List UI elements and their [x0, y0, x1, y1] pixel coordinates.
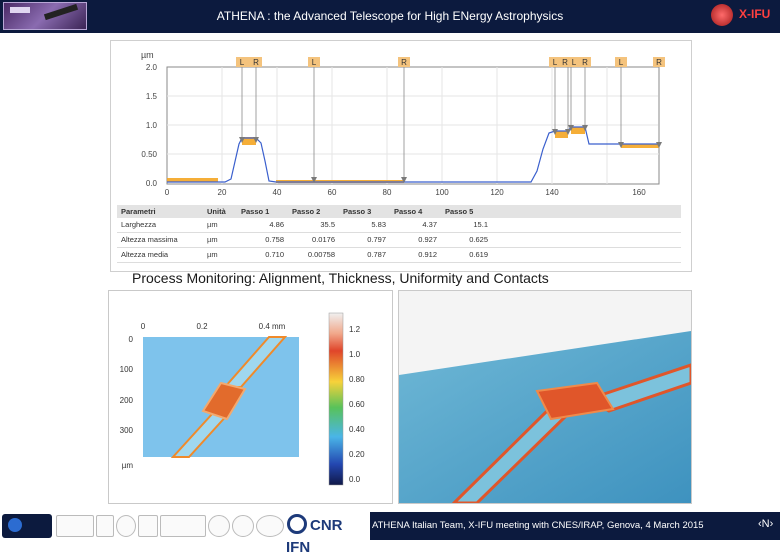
- xifu-logo: X-IFU: [708, 3, 778, 27]
- table-cell: 4.37: [422, 220, 437, 229]
- x-tick-label: 0: [165, 188, 170, 197]
- table-cell: 0.619: [469, 250, 488, 259]
- table-cell: µm: [207, 235, 218, 244]
- map-x-tick: 0: [141, 322, 146, 331]
- y-tick-label: 0.50: [141, 150, 157, 159]
- y-tick-label: 1.5: [146, 92, 158, 101]
- height-map: 0 0.2 0.4 mm 0 100 200 300 µm 1.2 1.0 0.…: [120, 312, 365, 486]
- seal-logo-2: [208, 515, 230, 537]
- table-cell: Larghezza: [121, 220, 157, 229]
- table-row: Altezza massima µm 0.758 0.0176 0.797 0.…: [117, 233, 681, 248]
- table-header-cell: Passo 1: [241, 207, 270, 216]
- map-y-tick: µm: [122, 461, 134, 470]
- university-logo: [138, 515, 158, 537]
- athena-logo: [3, 2, 87, 30]
- table-cell: 0.912: [418, 250, 437, 259]
- marker-label: L: [572, 58, 577, 67]
- x-tick-label: 40: [273, 188, 282, 197]
- crest-logo: [96, 515, 114, 537]
- table-cell: 0.0176: [312, 235, 335, 244]
- colorbar-tick: 0.0: [349, 475, 361, 484]
- y-tick-label: 1.0: [146, 121, 158, 130]
- parameter-table: Parametri Unità Passo 1 Passo 2 Passo 3 …: [117, 205, 681, 265]
- footer-text: ATHENA Italian Team, X-IFU meeting with …: [372, 520, 704, 531]
- table-header-cell: Unità: [207, 207, 226, 216]
- colorbar-tick: 1.2: [349, 325, 361, 334]
- map-y-tick: 0: [129, 335, 134, 344]
- table-cell: 0.797: [367, 235, 386, 244]
- x-tick-label: 60: [328, 188, 337, 197]
- marker-label: L: [619, 58, 624, 67]
- slide-caption: Process Monitoring: Alignment, Thickness…: [132, 270, 549, 286]
- table-cell: 5.83: [371, 220, 386, 229]
- page-number: ‹N›: [758, 518, 774, 530]
- table-header-cell: Parametri: [121, 207, 156, 216]
- map-y-tick: 200: [120, 396, 134, 405]
- surface-3d-panel: [398, 290, 692, 504]
- marker-label: R: [582, 58, 588, 67]
- seal-logo: [116, 515, 136, 537]
- x-tick-label: 160: [632, 188, 646, 197]
- table-header-cell: Passo 2: [292, 207, 321, 216]
- marker-label: L: [553, 58, 558, 67]
- y-tick-label: 2.0: [146, 63, 158, 72]
- x-tick-label: 140: [545, 188, 559, 197]
- table-row: Larghezza µm 4.86 35.5 5.83 4.37 15.1: [117, 218, 681, 233]
- table-cell: 4.86: [269, 220, 284, 229]
- marker-label: R: [401, 58, 407, 67]
- colorbar-tick: 0.60: [349, 400, 365, 409]
- marker-label: L: [240, 58, 245, 67]
- table-cell: Altezza media: [121, 250, 169, 259]
- y-unit-label: µm: [141, 50, 154, 60]
- colorbar-tick: 0.80: [349, 375, 365, 384]
- table-cell: 0.00758: [307, 250, 335, 259]
- table-cell: Altezza massima: [121, 235, 178, 244]
- table-header-cell: Passo 4: [394, 207, 423, 216]
- marker-label: R: [562, 58, 568, 67]
- marker-label: R: [253, 58, 259, 67]
- table-cell: 0.787: [367, 250, 386, 259]
- table-header-cell: Passo 3: [343, 207, 372, 216]
- x-tick-label: 100: [435, 188, 449, 197]
- table-cell: 0.710: [265, 250, 284, 259]
- table-row: Altezza media µm 0.710 0.00758 0.787 0.9…: [117, 248, 681, 263]
- profile-panel: µm 2.0 1.5 1.0 0.50 0.0 0 20 40 60 80 10…: [110, 40, 692, 272]
- cnr-ifn-logo: CNR IFN: [286, 514, 370, 556]
- marker-label: L: [312, 58, 317, 67]
- map-x-tick: 0.2: [196, 322, 208, 331]
- table-cell: 0.758: [265, 235, 284, 244]
- colorbar-tick: 0.20: [349, 450, 365, 459]
- height-map-panel: 0 0.2 0.4 mm 0 100 200 300 µm 1.2 1.0 0.…: [108, 290, 393, 504]
- surface-3d-render: [399, 291, 691, 503]
- colorbar-tick: 1.0: [349, 350, 361, 359]
- x-tick-label: 80: [383, 188, 392, 197]
- table-cell: 35.5: [320, 220, 335, 229]
- table-cell: µm: [207, 250, 218, 259]
- table-cell: µm: [207, 220, 218, 229]
- marker-label: R: [656, 58, 662, 67]
- table-cell: 0.625: [469, 235, 488, 244]
- x-tick-label: 120: [490, 188, 504, 197]
- roma-tre-logo: [160, 515, 206, 537]
- table-cell: 0.927: [418, 235, 437, 244]
- table-header-row: Parametri Unità Passo 1 Passo 2 Passo 3 …: [117, 205, 681, 218]
- slide-title: ATHENA : the Advanced Telescope for High…: [216, 9, 564, 23]
- y-tick-label: 0.0: [146, 179, 158, 188]
- map-y-tick: 100: [120, 365, 134, 374]
- infn-logo: [2, 514, 52, 538]
- x-tick-label: 20: [218, 188, 227, 197]
- colorbar-tick: 0.40: [349, 425, 365, 434]
- table-header-cell: Passo 5: [445, 207, 474, 216]
- table-cell: 15.1: [473, 220, 488, 229]
- seal-logo-4: [256, 515, 284, 537]
- xifu-logo-text: X-IFU: [739, 7, 771, 21]
- colorbar: [328, 312, 344, 486]
- map-x-tick: 0.4 mm: [259, 322, 286, 331]
- inaf-logo: [56, 515, 94, 537]
- seal-logo-3: [232, 515, 254, 537]
- map-y-tick: 300: [120, 426, 134, 435]
